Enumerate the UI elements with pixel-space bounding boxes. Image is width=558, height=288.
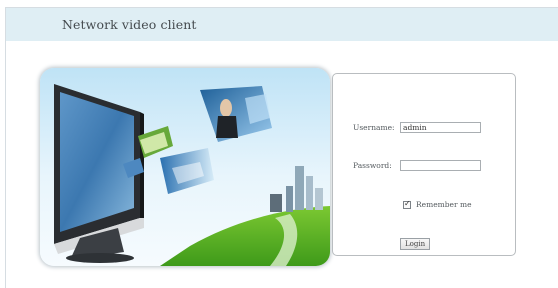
app-title: Network video client: [62, 17, 197, 32]
hero-image: [40, 68, 330, 266]
remember-me-label: Remember me: [416, 200, 472, 209]
password-label: Password:: [353, 161, 392, 170]
header-bar: Network video client: [6, 8, 558, 41]
hero-illustration: [40, 68, 330, 266]
username-field[interactable]: [400, 122, 481, 133]
remember-me-checkbox[interactable]: [403, 199, 411, 209]
login-panel: Username: Password: Remember me Login: [332, 73, 516, 256]
username-label: Username:: [353, 123, 395, 132]
page: Network video client Username: admin Pas…: [5, 7, 558, 288]
password-field[interactable]: [400, 160, 481, 171]
login-button[interactable]: Login: [400, 238, 431, 250]
